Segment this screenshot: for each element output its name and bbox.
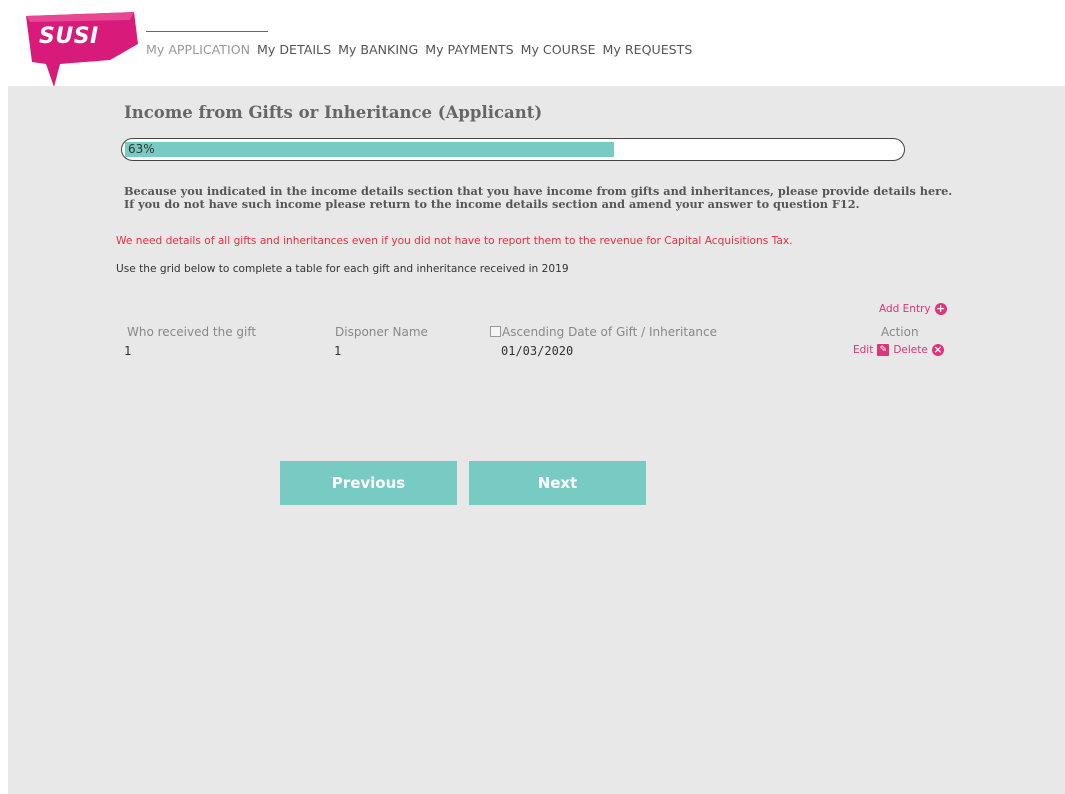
nav-my-details[interactable]: My DETAILS [257, 42, 331, 57]
plus-circle-icon: + [934, 302, 947, 315]
nav-my-requests[interactable]: My REQUESTS [603, 42, 693, 57]
edit-link[interactable]: Edit [853, 344, 873, 356]
col-header-date-label: Date of Gift / Inheritance [568, 325, 718, 339]
susi-logo[interactable]: SUSI [26, 12, 138, 88]
progress-label: 63% [128, 142, 155, 156]
page-title: Income from Gifts or Inheritance (Applic… [124, 103, 543, 122]
nav-my-course[interactable]: My COURSE [521, 42, 596, 57]
sort-ascending-icon [490, 326, 501, 337]
progress-fill [125, 142, 614, 157]
col-header-who: Who received the gift [127, 325, 257, 339]
next-button[interactable]: Next [469, 461, 646, 505]
nav-my-application[interactable]: My APPLICATION [146, 31, 269, 57]
add-entry-button[interactable]: Add Entry + [879, 303, 947, 315]
header: SUSI My APPLICATION My DETAILS My BANKIN… [0, 0, 1065, 88]
cell-date: 01/03/2020 [501, 344, 574, 358]
main-nav: My APPLICATION My DETAILS My BANKING My … [146, 31, 693, 57]
nav-my-banking[interactable]: My BANKING [338, 42, 418, 57]
sort-img-alt: Ascending [502, 325, 565, 339]
nav-my-payments[interactable]: My PAYMENTS [425, 42, 513, 57]
delete-circle-icon[interactable]: × [931, 344, 944, 356]
instruction-text: Use the grid below to complete a table f… [116, 263, 569, 275]
previous-button[interactable]: Previous [280, 461, 457, 505]
row-actions: Edit ✎ Delete × [853, 344, 944, 356]
logo-text: SUSI [39, 24, 99, 49]
col-header-date[interactable]: Ascending Date of Gift / Inheritance [490, 325, 717, 339]
cell-who: 1 [124, 344, 132, 358]
progress-bar: 63% [121, 138, 905, 161]
intro-text: Because you indicated in the income deta… [124, 184, 953, 211]
main-panel: Income from Gifts or Inheritance (Applic… [8, 86, 1065, 794]
add-entry-label: Add Entry [879, 303, 931, 315]
col-header-disponer: Disponer Name [335, 325, 428, 339]
edit-icon[interactable]: ✎ [877, 344, 890, 356]
col-header-action: Action [881, 325, 919, 339]
warning-text: We need details of all gifts and inherit… [116, 235, 793, 247]
cell-disponer: 1 [334, 344, 342, 358]
delete-link[interactable]: Delete [893, 344, 928, 356]
